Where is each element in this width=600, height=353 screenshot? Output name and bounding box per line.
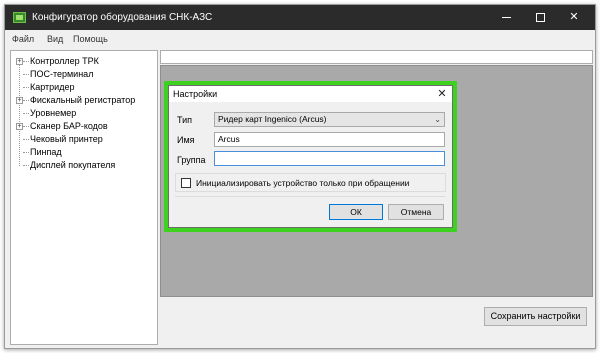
dialog-title-bar[interactable]: Настройки ✕ <box>169 86 452 102</box>
tree-item-label: Контроллер ТРК <box>30 56 99 66</box>
group-input[interactable] <box>214 151 445 166</box>
group-label: Группа <box>177 155 206 165</box>
expand-icon[interactable]: + <box>16 123 23 130</box>
window-title: Конфигуратор оборудования СНК-АЗС <box>32 12 213 23</box>
name-label: Имя <box>177 135 195 145</box>
dialog-title: Настройки <box>173 89 218 99</box>
tree-item-label: Дисплей покупателя <box>30 160 116 170</box>
tree-item-label: ПОС-терминал <box>30 69 94 79</box>
maximize-icon <box>535 12 545 22</box>
dialog-close-button[interactable]: ✕ <box>432 86 452 102</box>
settings-dialog: Настройки ✕ Тип Ридер карт Ingenico (Arc… <box>168 85 453 228</box>
close-icon: ✕ <box>437 88 447 100</box>
tree-item-label: Картридер <box>30 82 75 92</box>
name-input[interactable]: Arcus <box>214 132 445 147</box>
expand-icon[interactable]: + <box>16 58 23 65</box>
app-logo-icon <box>13 12 26 23</box>
tree-item-label: Сканер БАР-кодов <box>30 121 108 131</box>
init-on-demand-row: Инициализировать устройство только при о… <box>175 173 446 192</box>
settings-header <box>160 50 593 64</box>
menu-help[interactable]: Помощь <box>73 34 108 44</box>
ok-button[interactable]: ОК <box>329 204 383 220</box>
maximize-button[interactable] <box>523 5 557 30</box>
type-label: Тип <box>177 115 193 125</box>
init-on-demand-label[interactable]: Инициализировать устройство только при о… <box>196 178 409 188</box>
tree-item-label: Пинпад <box>30 147 62 157</box>
init-on-demand-checkbox[interactable] <box>181 178 191 188</box>
save-settings-button[interactable]: Сохранить настройки <box>484 307 587 326</box>
type-select-value: Ридер карт Ingenico (Arcus) <box>218 114 327 124</box>
tree-item-label: Фискальный регистратор <box>30 95 136 105</box>
close-icon: ✕ <box>569 11 579 23</box>
menu-view[interactable]: Вид <box>47 34 63 44</box>
dialog-divider <box>175 196 446 197</box>
minimize-icon <box>501 16 511 18</box>
menu-bar: Файл Вид Помощь <box>5 30 595 48</box>
chevron-down-icon: ⌄ <box>434 115 441 124</box>
close-button[interactable]: ✕ <box>557 5 591 30</box>
menu-file[interactable]: Файл <box>12 34 34 44</box>
expand-icon[interactable]: + <box>16 97 23 104</box>
minimize-button[interactable] <box>489 5 523 30</box>
type-select[interactable]: Ридер карт Ingenico (Arcus) ⌄ <box>214 112 445 127</box>
cancel-button[interactable]: Отмена <box>388 204 444 220</box>
settings-footer: Сохранить настройки <box>160 297 593 345</box>
tree-item-label: Уровнемер <box>30 108 77 118</box>
device-tree[interactable]: + Контроллер ТРК ПОС-терминал Картридер … <box>10 50 158 345</box>
tree-connector <box>19 63 20 166</box>
title-bar[interactable]: Конфигуратор оборудования СНК-АЗС ✕ <box>5 5 595 30</box>
tree-item-label: Чековый принтер <box>30 134 103 144</box>
